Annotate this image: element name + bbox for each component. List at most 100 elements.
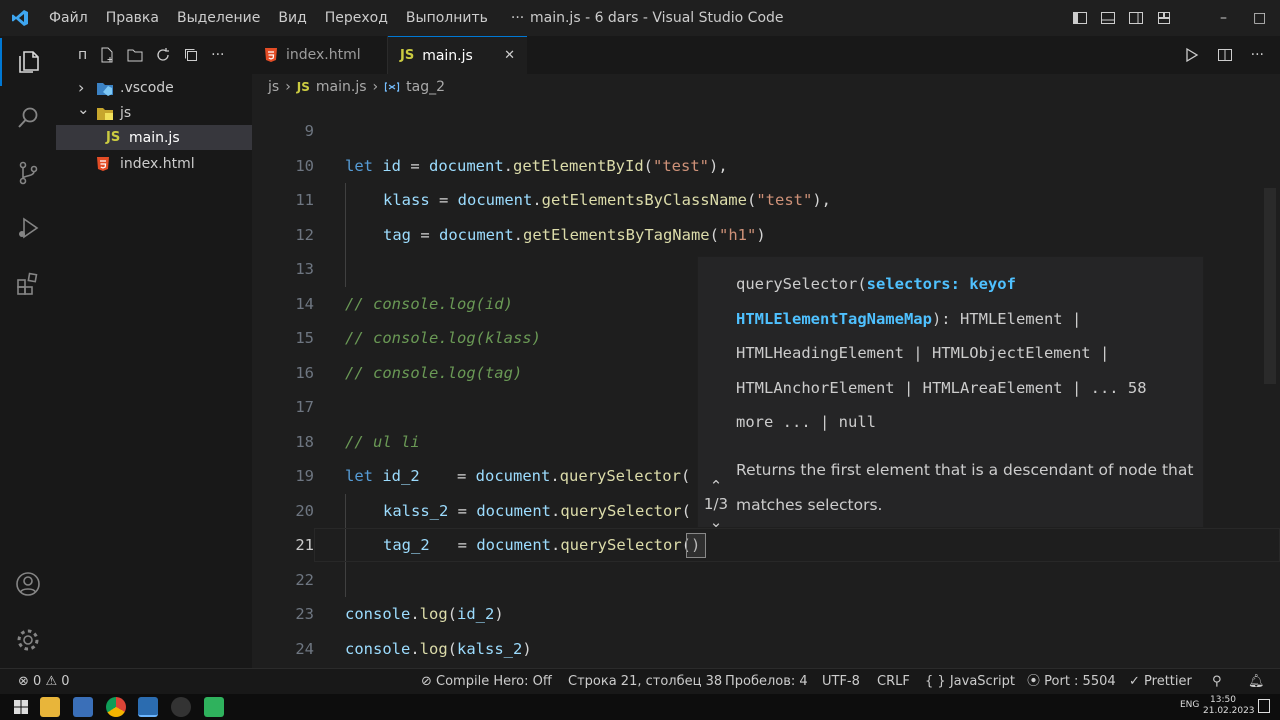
tab-label: main.js [422,47,473,64]
clock-time[interactable]: 13:50 [1210,695,1236,706]
menu-selection[interactable]: Выделение [168,0,269,36]
code-token: ) [522,639,532,658]
code-token: // console.log(klass) [345,329,541,347]
menu-file[interactable]: Файл [40,0,97,36]
app-taskbar-icon[interactable] [204,697,224,717]
active-parameter: selectors: keyof [866,275,1016,293]
customize-layout-icon[interactable] [1156,10,1172,26]
code-text: tag = document.getElementsByTagName("h1"… [383,218,766,252]
signature-line: querySelector(selectors: keyof [736,267,1196,302]
split-editor-icon[interactable] [1217,47,1233,63]
run-debug-icon[interactable] [0,204,56,252]
code-token: getElementById [513,156,644,175]
settings-gear-icon[interactable] [0,616,56,664]
code-text: let id = document.getElementById("test")… [345,149,728,183]
html-file-icon [265,48,277,62]
encoding-status[interactable]: UTF-8 [822,669,860,694]
breadcrumb-symbol[interactable]: tag_2 [406,79,445,95]
obs-taskbar-icon[interactable] [171,697,191,717]
breadcrumb-file[interactable]: main.js [316,79,367,95]
menu-edit[interactable]: Правка [97,0,168,36]
language-mode[interactable]: { } JavaScript [925,669,1015,694]
signature: querySelector(selectors: keyof HTMLElemen… [736,267,1196,440]
code-line[interactable]: 21 tag_2 = document.querySelector() [252,528,1280,562]
toggle-secondary-sidebar-icon[interactable] [1128,10,1144,26]
file-explorer-taskbar-icon[interactable] [40,697,60,717]
code-line[interactable]: 11 klass = document.getElementsByClassNam… [252,183,1280,217]
accounts-icon[interactable] [0,560,56,608]
signature-text: more ... | null [736,413,876,431]
compile-hero-status[interactable]: ⊘ Compile Hero: Off [421,669,552,694]
tree-label: js [120,104,132,121]
vscode-logo-icon [0,0,40,36]
new-folder-icon[interactable] [127,47,143,63]
vscode-folder-icon [97,82,113,96]
indentation-status[interactable]: Пробелов: 4 [725,669,808,694]
minimize-button[interactable]: – [1220,10,1227,26]
code-token: ), [812,191,831,209]
title-bar: Файл Правка Выделение Вид Переход Выполн… [0,0,1280,36]
close-tab-icon[interactable]: ✕ [504,48,515,63]
tab-index-html[interactable]: index.html [252,36,388,74]
menu-go[interactable]: Переход [316,0,397,36]
code-line[interactable]: 10 let id = document.getElementById("test… [252,149,1280,183]
collapse-all-icon[interactable] [183,47,199,63]
code-token: ( [709,225,719,244]
code-token: kalss_2 [383,501,449,520]
more-actions-button[interactable]: ··· [211,47,224,63]
refresh-icon[interactable] [155,47,171,63]
cursor-position[interactable]: Строка 21, столбец 38 [568,669,722,694]
editor-more-actions-button[interactable]: ··· [1251,47,1264,63]
source-control-icon[interactable] [0,149,56,197]
breadcrumb-folder[interactable]: js [268,79,279,95]
code-line[interactable]: 22 [252,563,1280,597]
code-token: console [345,605,411,623]
eol-status[interactable]: CRLF [877,669,910,694]
code-line[interactable]: 12 tag = document.getElementsByTagName("h… [252,218,1280,252]
signature-line: more ... | null [736,405,1196,440]
windows-start-icon[interactable] [14,700,28,714]
maximize-button[interactable]: □ [1253,10,1266,26]
code-line[interactable]: 24 console.log(kalss_2) [252,632,1280,666]
editor-scrollbar[interactable] [1264,188,1276,384]
live-server-port[interactable]: ⦿ Port : 5504 [1027,669,1116,694]
accounts-status-icon[interactable]: ⚲ [1212,669,1222,694]
code-token: id [382,156,401,175]
code-token: querySelector [560,501,682,520]
save-taskbar-icon[interactable] [73,697,93,717]
toggle-panel-icon[interactable] [1100,10,1116,26]
notifications-bell-icon[interactable]: 🔔︎ [1248,669,1265,694]
explorer-icon[interactable] [0,38,56,86]
code-token: . [551,536,561,554]
window-title: main.js - 6 dars - Visual Studio Code [530,10,784,26]
activity-bar [0,36,56,668]
problems-indicator[interactable]: ⊗ 0 ⚠ 0 [18,669,70,694]
prettier-status[interactable]: ✓ Prettier [1129,669,1192,694]
chrome-taskbar-icon[interactable] [106,697,126,717]
vscode-taskbar-icon[interactable] [138,697,158,717]
tree-file-main-js[interactable]: JS main.js [56,125,252,150]
keyboard-language[interactable]: ENG [1180,700,1199,710]
search-icon[interactable] [0,94,56,142]
extensions-icon[interactable] [0,260,56,308]
previous-overload-icon[interactable]: ⌃ [698,479,734,494]
code-token: document [476,501,551,520]
tree-folder-js[interactable]: ⌄ js [56,100,252,125]
new-file-icon[interactable] [99,47,115,63]
tree-file-index-html[interactable]: index.html [56,151,252,176]
toggle-primary-sidebar-icon[interactable] [1072,10,1088,26]
menu-view[interactable]: Вид [269,0,315,36]
code-token: document [429,156,504,175]
code-token: log [419,605,448,623]
code-line[interactable]: 9 [252,114,1280,148]
next-overload-icon[interactable]: ⌄ [698,515,734,530]
menu-run[interactable]: Выполнить [397,0,497,36]
run-file-icon[interactable] [1183,47,1199,63]
clock-date[interactable]: 21.02.2023 [1203,706,1255,717]
tab-main-js[interactable]: JS main.js ✕ [388,36,527,74]
notification-center-icon[interactable] [1258,699,1270,713]
code-token: = [429,536,477,554]
code-line[interactable]: 23 console.log(id_2) [252,597,1280,631]
editor-actions: ··· [1183,36,1280,74]
tree-folder-vscode[interactable]: › .vscode [56,75,252,100]
